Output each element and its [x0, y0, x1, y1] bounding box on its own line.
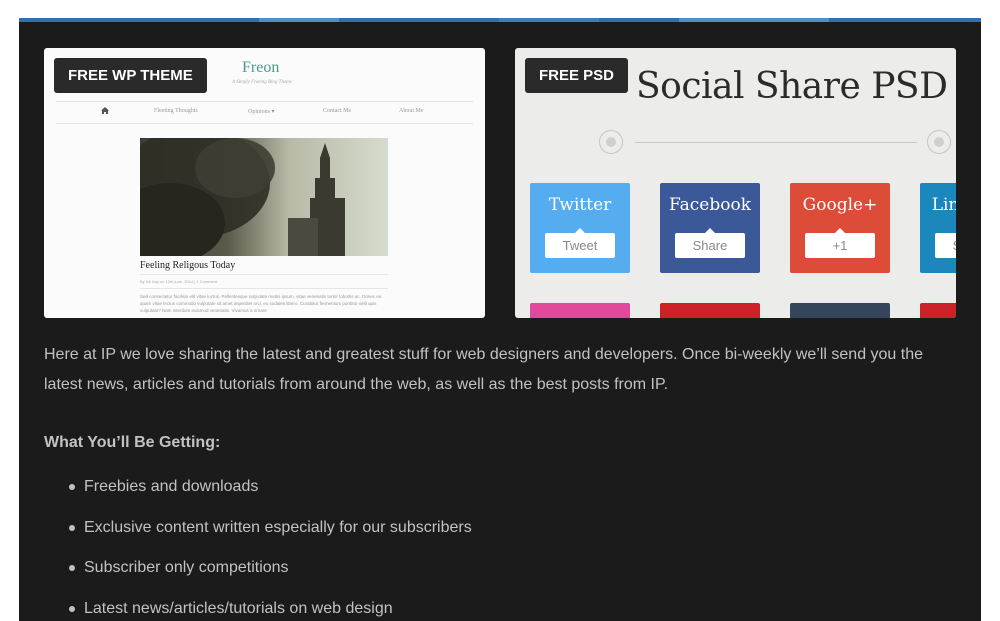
blog-nav-item: Opinions ▾ — [248, 109, 275, 115]
share-button: Share — [675, 228, 745, 258]
wp-theme-card[interactable]: Freon A Simply Freeing Blog Theme Fleeti… — [44, 48, 485, 318]
post-excerpt: Sed consectetur facilisis elit vitae luc… — [140, 294, 382, 313]
accent-segment — [339, 18, 499, 22]
post-photo — [140, 138, 388, 256]
linkedin-share-card: LinkedIn Share — [920, 183, 956, 273]
post-title: Feeling Religous Today — [140, 260, 236, 271]
plus-one-button: +1 — [805, 228, 875, 258]
list-item: Latest news/articles/tutorials on web de… — [69, 596, 472, 621]
twitter-share-card: Twitter Tweet — [530, 183, 630, 273]
accent-segment — [599, 18, 679, 22]
accent-segment — [499, 18, 599, 22]
list-item: Exclusive content written especially for… — [69, 515, 472, 556]
social-network-name: LinkedIn — [931, 195, 956, 215]
home-icon — [101, 107, 109, 116]
share-card-stub — [920, 303, 956, 318]
list-item: Freebies and downloads — [69, 474, 472, 515]
accent-segment — [829, 18, 981, 22]
divider — [140, 288, 388, 289]
blog-nav-item: Contact Me — [323, 108, 352, 114]
divider — [635, 142, 917, 143]
social-network-name: Twitter — [548, 195, 612, 215]
social-network-name: Google+ — [802, 195, 878, 215]
newsletter-panel: Freon A Simply Freeing Blog Theme Fleeti… — [19, 18, 981, 621]
card-badge: FREE PSD — [525, 58, 629, 93]
post-meta: By lok Kay on 12th june, 2014 | 1 Commen… — [140, 279, 218, 284]
googleplus-share-card: Google+ +1 — [790, 183, 890, 273]
facebook-share-card: Facebook Share — [660, 183, 760, 273]
benefits-heading: What You’ll Be Getting: — [44, 434, 221, 451]
divider — [140, 274, 388, 275]
accent-segment — [19, 18, 259, 22]
list-item: Subscriber only competitions — [69, 555, 472, 596]
psd-title: Social Share PSD — [636, 66, 948, 107]
tweet-button: Tweet — [545, 228, 615, 258]
share-card-stub — [530, 303, 630, 318]
blog-tagline: A Simply Freeing Blog Theme — [232, 80, 292, 85]
slider-dot-icon — [927, 130, 951, 154]
accent-segment — [259, 18, 339, 22]
accent-segment — [679, 18, 829, 22]
social-network-name: Facebook — [668, 195, 751, 215]
psd-card[interactable]: Social Share PSD Twitter Tweet Facebook … — [515, 48, 956, 318]
slider-dot-icon — [599, 130, 623, 154]
share-card-stub — [660, 303, 760, 318]
church-photo-illustration — [140, 138, 345, 256]
benefits-list: Freebies and downloads Exclusive content… — [69, 474, 472, 621]
intro-text: Here at IP we love sharing the latest an… — [44, 346, 924, 393]
accent-bar — [19, 18, 981, 22]
blog-nav-item: About Me — [399, 108, 424, 114]
blog-nav-item: Fleeting Thoughts — [154, 108, 198, 114]
blog-title: Freon — [242, 59, 280, 76]
share-card-stub — [790, 303, 890, 318]
card-badge: FREE WP THEME — [54, 58, 207, 93]
share-button: Share — [935, 233, 956, 258]
blog-nav: Fleeting Thoughts Opinions ▾ Contact Me … — [56, 101, 473, 124]
